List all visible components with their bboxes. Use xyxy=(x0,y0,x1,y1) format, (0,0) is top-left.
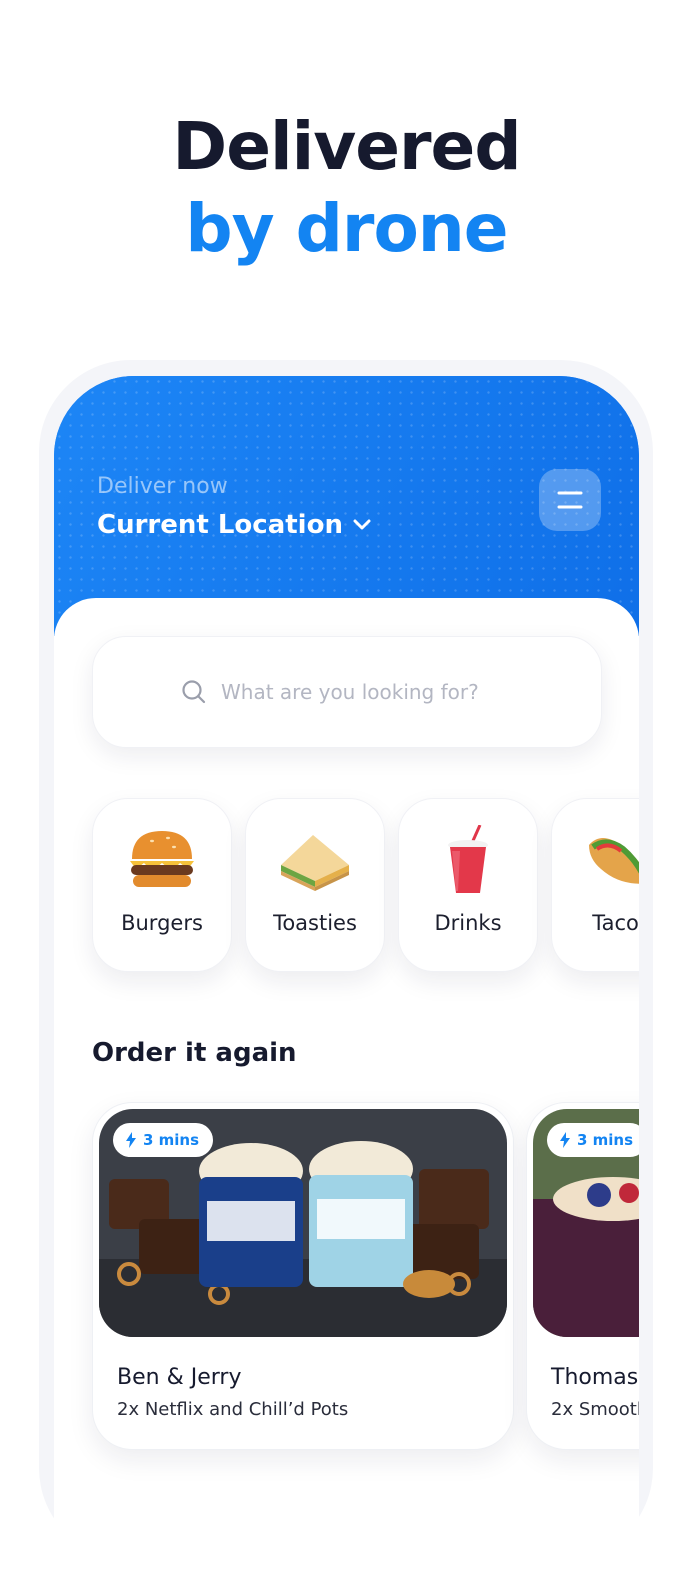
eta-text: 3 mins xyxy=(577,1131,634,1149)
search-icon xyxy=(182,680,206,704)
order-name: Thomas xyxy=(551,1365,639,1390)
sandwich-icon xyxy=(246,825,384,895)
eta-badge: 3 mins xyxy=(547,1123,639,1157)
deliver-now-label: Deliver now xyxy=(97,474,228,499)
app-header: Deliver now Current Location xyxy=(54,376,639,636)
category-toasties[interactable]: Toasties xyxy=(245,798,385,972)
order-description: 2x Smoothie xyxy=(551,1399,639,1420)
order-card[interactable]: 3 mins Ben & Jerry 2x Netflix and Chill’… xyxy=(92,1102,514,1450)
drink-cup-icon xyxy=(399,825,537,895)
order-card[interactable]: 3 mins Thomas 2x Smoothie xyxy=(526,1102,639,1450)
category-burgers[interactable]: Burgers xyxy=(92,798,232,972)
location-text: Current Location xyxy=(97,510,343,540)
category-row: Burgers Toasties Drinks Taco xyxy=(92,798,639,973)
menu-button[interactable] xyxy=(539,469,601,531)
headline-line-1: Delivered xyxy=(172,108,521,185)
taco-icon xyxy=(552,825,639,895)
category-label: Drinks xyxy=(434,911,502,935)
eta-badge: 3 mins xyxy=(113,1123,214,1157)
app-screen: Deliver now Current Location What are yo… xyxy=(54,376,639,1576)
eta-text: 3 mins xyxy=(143,1131,200,1149)
category-tacos[interactable]: Tacos xyxy=(551,798,639,972)
order-description: 2x Netflix and Chill’d Pots xyxy=(117,1399,349,1420)
search-input[interactable] xyxy=(219,679,513,705)
category-label: Toasties xyxy=(273,911,357,935)
category-label: Burgers xyxy=(121,911,203,935)
burger-icon xyxy=(93,825,231,895)
content-panel: Burgers Toasties xyxy=(54,598,639,1576)
order-image: 3 mins xyxy=(533,1109,639,1337)
lightning-icon xyxy=(126,1132,136,1148)
headline-line-2: by drone xyxy=(185,190,508,267)
location-selector[interactable]: Current Location xyxy=(97,510,371,540)
section-title: Order it again xyxy=(92,1038,297,1068)
category-label: Tacos xyxy=(592,911,639,935)
order-image: 3 mins xyxy=(99,1109,507,1337)
lightning-icon xyxy=(560,1132,570,1148)
menu-icon xyxy=(557,491,583,509)
category-drinks[interactable]: Drinks xyxy=(398,798,538,972)
order-name: Ben & Jerry xyxy=(117,1365,242,1390)
chevron-down-icon xyxy=(353,519,371,530)
search-bar[interactable] xyxy=(92,636,602,748)
